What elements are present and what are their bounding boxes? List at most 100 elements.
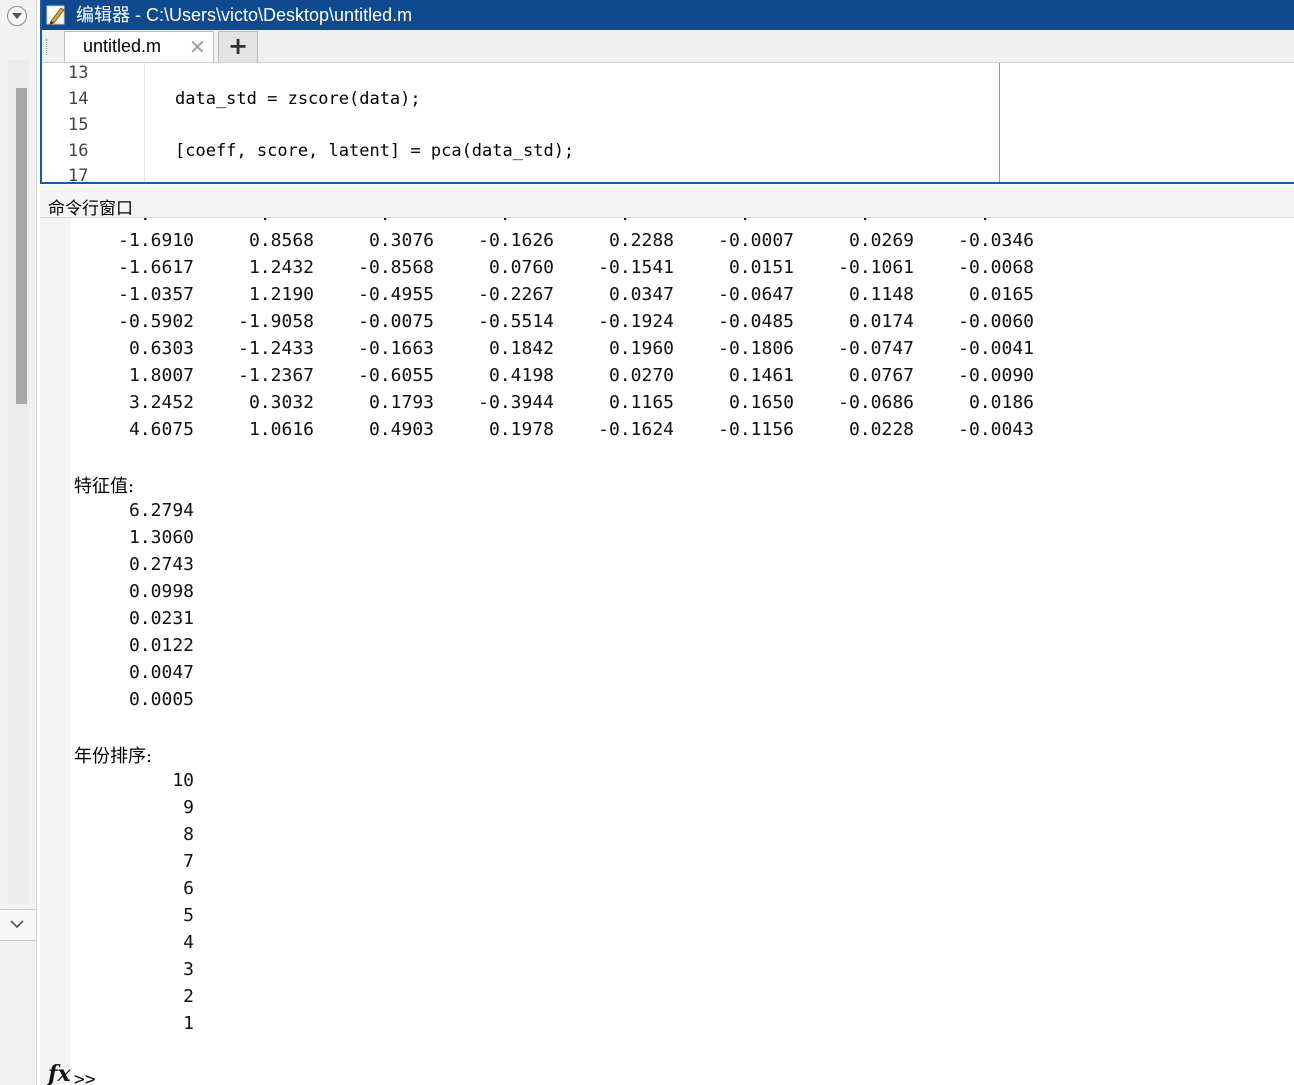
matrix-cell: 1.2432 bbox=[248, 257, 314, 278]
matrix-cell: 0.1842 bbox=[488, 338, 554, 359]
close-icon[interactable]: ✕ bbox=[189, 35, 206, 59]
matrix-cell: 1.8007 bbox=[128, 365, 194, 386]
year-rank-label: 年份排序: bbox=[74, 746, 153, 767]
matrix-cell: 0.8568 bbox=[248, 230, 314, 251]
year-rank-value: 4 bbox=[183, 932, 194, 953]
year-rank-value: 8 bbox=[183, 824, 194, 845]
tab-grip bbox=[46, 39, 50, 55]
matrix-cell: -0.0485 bbox=[718, 311, 794, 332]
add-tab-button[interactable]: + bbox=[218, 31, 258, 62]
matrix-cell: -0.2267 bbox=[478, 284, 554, 305]
matrix-cell: -0.0060 bbox=[958, 311, 1034, 332]
command-window-header: 命令行窗口 bbox=[40, 186, 1294, 219]
matrix-cell: -0.0090 bbox=[958, 365, 1034, 386]
matrix-cell: 0.0151 bbox=[728, 257, 794, 278]
matrix-cell: -0.1156 bbox=[718, 419, 794, 440]
eigenvalue: 0.0231 bbox=[128, 608, 194, 629]
line-number: 16 bbox=[68, 141, 89, 161]
matrix-cell: 0.0760 bbox=[488, 257, 554, 278]
tab-untitled[interactable]: untitled.m ✕ bbox=[64, 31, 214, 62]
editor-title-bar: 编辑器 - C:\Users\victo\Desktop\untitled.m bbox=[42, 0, 1294, 30]
left-panel-strip bbox=[0, 0, 37, 1085]
matrix-cell: -0.1924 bbox=[598, 311, 674, 332]
matrix-cell: -1.0357 bbox=[118, 284, 194, 305]
year-rank-value: 5 bbox=[183, 905, 194, 926]
matrix-cell: -0.0075 bbox=[358, 311, 434, 332]
matrix-cell: 0.0347 bbox=[608, 284, 674, 305]
matrix-cell: 3.2452 bbox=[128, 392, 194, 413]
matrix-cell: -0.5514 bbox=[478, 311, 554, 332]
eigenvalue: 0.0005 bbox=[128, 689, 194, 710]
scrollbar-thumb[interactable] bbox=[16, 88, 27, 404]
eigenvalue: 1.3060 bbox=[128, 527, 194, 548]
matrix-cell: -0.0747 bbox=[838, 338, 914, 359]
matrix-cell: 1.2190 bbox=[248, 284, 314, 305]
matrix-cell: 0.3076 bbox=[368, 230, 434, 251]
matrix-cell: 0.1650 bbox=[728, 392, 794, 413]
matrix-cell: -0.1541 bbox=[598, 257, 674, 278]
year-rank-value: 9 bbox=[183, 797, 194, 818]
eigenvalue: 0.0122 bbox=[128, 635, 194, 656]
line-number: 17 bbox=[68, 166, 89, 182]
matrix-cell: 0.0186 bbox=[968, 392, 1034, 413]
matrix-cell: -0.0647 bbox=[718, 284, 794, 305]
year-rank-value: 7 bbox=[183, 851, 194, 872]
eigenvalue: 0.0047 bbox=[128, 662, 194, 683]
matrix-cell: -0.3944 bbox=[478, 392, 554, 413]
matrix-cell: 4.6075 bbox=[128, 419, 194, 440]
matrix-cell: 0.1148 bbox=[848, 284, 914, 305]
matrix-cell: -1.6910 bbox=[118, 230, 194, 251]
editor-panel: 编辑器 - C:\Users\victo\Desktop\untitled.m … bbox=[40, 0, 1294, 184]
matrix-cell: -0.4955 bbox=[358, 284, 434, 305]
matrix-cell: -1.2433 bbox=[238, 338, 314, 359]
matrix-cell: -1.6617 bbox=[118, 257, 194, 278]
command-prompt[interactable]: >> bbox=[74, 1069, 96, 1085]
matrix-cell: 0.1461 bbox=[728, 365, 794, 386]
matrix-cell: 0.0270 bbox=[608, 365, 674, 386]
matrix-cell: -0.0007 bbox=[718, 230, 794, 251]
matrix-cell: -1.2367 bbox=[238, 365, 314, 386]
matrix-cell: 0.0269 bbox=[848, 230, 914, 251]
command-window-title: 命令行窗口 bbox=[48, 199, 133, 219]
matrix-cell: -0.0043 bbox=[958, 419, 1034, 440]
matrix-cell: 0.0228 bbox=[848, 419, 914, 440]
command-window-output[interactable]: ━━.━━━━ ━.━━━━ ━.━━━━ ━.━━━━ ━.━━━━ ━.━━… bbox=[40, 218, 1294, 1085]
matrix-cell: 0.4198 bbox=[488, 365, 554, 386]
matrix-cell: 0.2288 bbox=[608, 230, 674, 251]
year-rank-value: 2 bbox=[183, 986, 194, 1007]
year-rank-value: 6 bbox=[183, 878, 194, 899]
code-line[interactable]: [coeff, score, latent] = pca(data_std); bbox=[175, 141, 574, 161]
right-margin-line bbox=[999, 63, 1000, 182]
editor-title: 编辑器 - C:\Users\victo\Desktop\untitled.m bbox=[76, 5, 413, 25]
matrix-cell: 0.0165 bbox=[968, 284, 1034, 305]
matrix-cell: -0.0686 bbox=[838, 392, 914, 413]
matrix-cell: -0.1061 bbox=[838, 257, 914, 278]
matrix-cell: 1.0616 bbox=[248, 419, 314, 440]
eigenvalue: 0.0998 bbox=[128, 581, 194, 602]
matrix-cell: -0.1663 bbox=[358, 338, 434, 359]
command-gutter bbox=[40, 218, 70, 1085]
matrix-cell: 0.1165 bbox=[608, 392, 674, 413]
matrix-cell: 0.3032 bbox=[248, 392, 314, 413]
code-area[interactable]: 13 14 15 16 17 data_std = zscore(data); … bbox=[42, 63, 1294, 182]
eigenvalue: 6.2794 bbox=[128, 500, 194, 521]
matrix-cell: -0.8568 bbox=[358, 257, 434, 278]
chevron-down-icon[interactable] bbox=[0, 909, 36, 941]
matrix-cell: 0.0174 bbox=[848, 311, 914, 332]
year-rank-value: 3 bbox=[183, 959, 194, 980]
edit-file-icon bbox=[46, 5, 65, 25]
function-browser-icon[interactable]: fx bbox=[48, 1061, 71, 1085]
eigenvalue: 0.2743 bbox=[128, 554, 194, 575]
tab-label: untitled.m bbox=[83, 36, 162, 56]
code-line[interactable]: data_std = zscore(data); bbox=[175, 89, 421, 109]
matrix-cell: -0.0346 bbox=[958, 230, 1034, 251]
matrix-cell: -0.6055 bbox=[358, 365, 434, 386]
matrix-cell: -0.1626 bbox=[478, 230, 554, 251]
matrix-cell: 0.1960 bbox=[608, 338, 674, 359]
tab-bar: untitled.m ✕ + bbox=[42, 30, 1294, 63]
matrix-cell: -0.1806 bbox=[718, 338, 794, 359]
matrix-cell: -0.5902 bbox=[118, 311, 194, 332]
panel-menu-button[interactable] bbox=[7, 6, 27, 26]
line-number: 14 bbox=[68, 89, 89, 109]
matrix-cell: 0.1793 bbox=[368, 392, 434, 413]
